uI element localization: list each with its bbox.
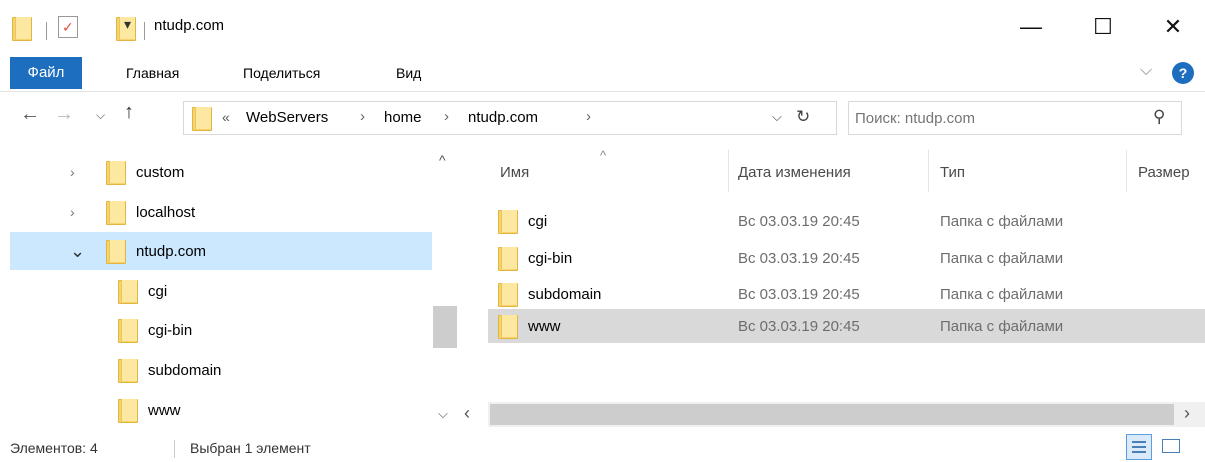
scroll-left-icon[interactable]: ‹ <box>464 403 470 424</box>
navigation-tree: › custom › localhost ⌄ ntudp.com cgi cgi… <box>10 150 432 430</box>
minimize-button[interactable]: — <box>1008 10 1054 44</box>
folder-icon <box>118 279 138 304</box>
breadcrumb-ntudp[interactable]: ntudp.com <box>468 109 538 126</box>
search-box[interactable]: ⚲ <box>848 101 1182 135</box>
selection-count: Выбран 1 элемент <box>190 440 311 456</box>
folder-icon <box>118 358 138 383</box>
maximize-icon: ☐ <box>1093 14 1113 39</box>
tree-item-label: custom <box>136 163 185 181</box>
tree-item-label: cgi-bin <box>148 321 193 339</box>
maximize-button[interactable]: ☐ <box>1080 10 1126 44</box>
list-item[interactable]: cgi-bin Вс 03.03.19 20:45 Папка с файлам… <box>488 241 1205 275</box>
file-name: www <box>528 317 561 335</box>
collapse-icon[interactable]: ⌄ <box>70 241 85 262</box>
refresh-icon[interactable]: ↻ <box>796 107 810 127</box>
tree-scrollbar[interactable]: ^ ⌵ <box>431 150 458 430</box>
address-dropdown-icon[interactable]: ⌵ <box>772 109 782 125</box>
folder-icon <box>118 398 138 423</box>
file-name: cgi-bin <box>528 249 573 267</box>
breadcrumb-home[interactable]: home <box>384 109 422 126</box>
folder-icon <box>106 160 126 185</box>
scrollbar-thumb[interactable] <box>490 404 1174 425</box>
tree-item-cgi[interactable]: cgi <box>10 272 432 310</box>
help-icon[interactable]: ? <box>1172 62 1194 84</box>
search-icon[interactable]: ⚲ <box>1153 107 1165 127</box>
status-bar: Элементов: 4 Выбран 1 элемент <box>0 432 1205 462</box>
breadcrumb-webservers[interactable]: WebServers <box>246 109 328 126</box>
address-bar[interactable]: « WebServers › home › ntudp.com › ⌵ ↻ <box>183 101 837 135</box>
file-date: Вс 03.03.19 20:45 <box>738 317 860 335</box>
tree-item-custom[interactable]: › custom <box>10 153 432 191</box>
list-item[interactable]: subdomain Вс 03.03.19 20:45 Папка с файл… <box>488 277 1205 311</box>
title-bar: ✓ ▾ ntudp.com — ☐ ✕ <box>0 0 1205 52</box>
breadcrumb-separator[interactable]: › <box>586 108 591 125</box>
file-name: cgi <box>528 212 548 230</box>
forward-button[interactable]: → <box>54 103 74 126</box>
folder-icon <box>498 246 518 271</box>
file-list: cgi Вс 03.03.19 20:45 Папка с файлами cg… <box>488 150 1205 410</box>
folder-icon <box>106 239 126 264</box>
scroll-right-icon[interactable]: › <box>1184 403 1190 424</box>
ribbon-expand-icon[interactable]: ⌵ <box>1140 62 1152 80</box>
item-count: Элементов: 4 <box>10 440 98 456</box>
window-title: ntudp.com <box>154 17 225 34</box>
breadcrumb-overflow[interactable]: « <box>222 109 230 125</box>
tree-item-www[interactable]: www <box>10 391 432 429</box>
separator <box>144 22 145 40</box>
folder-icon <box>498 282 518 307</box>
back-button[interactable]: ← <box>20 103 40 126</box>
tree-item-ntudp[interactable]: ⌄ ntudp.com <box>10 232 432 270</box>
search-input[interactable] <box>855 107 1145 129</box>
folder-icon <box>498 314 518 339</box>
tab-file[interactable]: Файл <box>10 57 82 89</box>
breadcrumb-separator[interactable]: › <box>444 108 449 125</box>
tab-share[interactable]: Поделиться <box>243 58 320 88</box>
properties-icon[interactable]: ✓ <box>58 16 78 38</box>
expand-icon[interactable]: › <box>70 204 75 220</box>
scroll-down-icon[interactable]: ⌵ <box>438 406 448 422</box>
separator <box>46 22 47 40</box>
tab-view[interactable]: Вид <box>396 58 421 88</box>
close-icon: ✕ <box>1163 14 1183 39</box>
recent-locations-icon[interactable]: ⌵ <box>96 108 105 123</box>
file-name: subdomain <box>528 285 602 303</box>
file-type: Папка с файлами <box>940 249 1064 267</box>
scrollbar-thumb[interactable] <box>433 306 457 348</box>
list-item-selected[interactable]: www Вс 03.03.19 20:45 Папка с файлами <box>488 309 1205 343</box>
file-date: Вс 03.03.19 20:45 <box>738 212 860 230</box>
scroll-up-icon[interactable]: ^ <box>439 152 446 168</box>
folder-icon <box>12 16 32 41</box>
folder-icon <box>118 318 138 343</box>
file-type: Папка с файлами <box>940 212 1064 230</box>
file-type: Папка с файлами <box>940 285 1064 303</box>
details-view-icon[interactable] <box>1126 434 1152 460</box>
close-button[interactable]: ✕ <box>1150 10 1196 44</box>
folder-icon <box>106 200 126 225</box>
tree-item-label: ntudp.com <box>136 242 207 260</box>
folder-icon <box>192 106 212 131</box>
separator <box>174 440 175 458</box>
tree-item-cgi-bin[interactable]: cgi-bin <box>10 311 432 349</box>
horizontal-scrollbar[interactable] <box>488 402 1205 427</box>
tree-item-label: localhost <box>136 203 196 221</box>
file-date: Вс 03.03.19 20:45 <box>738 285 860 303</box>
tab-home[interactable]: Главная <box>126 58 179 88</box>
qat-dropdown-icon[interactable]: ▾ <box>124 16 131 33</box>
file-type: Папка с файлами <box>940 317 1064 335</box>
tree-item-localhost[interactable]: › localhost <box>10 193 432 231</box>
large-icons-view-icon[interactable] <box>1158 436 1184 458</box>
tree-item-label: www <box>148 401 181 419</box>
ribbon <box>0 52 1205 92</box>
folder-icon <box>498 209 518 234</box>
minimize-icon: — <box>1020 14 1042 39</box>
tree-item-label: subdomain <box>148 361 222 379</box>
expand-icon[interactable]: › <box>70 164 75 180</box>
breadcrumb-separator[interactable]: › <box>360 108 365 125</box>
file-date: Вс 03.03.19 20:45 <box>738 249 860 267</box>
list-item[interactable]: cgi Вс 03.03.19 20:45 Папка с файлами <box>488 204 1205 238</box>
tree-item-subdomain[interactable]: subdomain <box>10 351 432 389</box>
tree-item-label: cgi <box>148 282 168 300</box>
up-button[interactable]: ↑ <box>124 101 134 124</box>
